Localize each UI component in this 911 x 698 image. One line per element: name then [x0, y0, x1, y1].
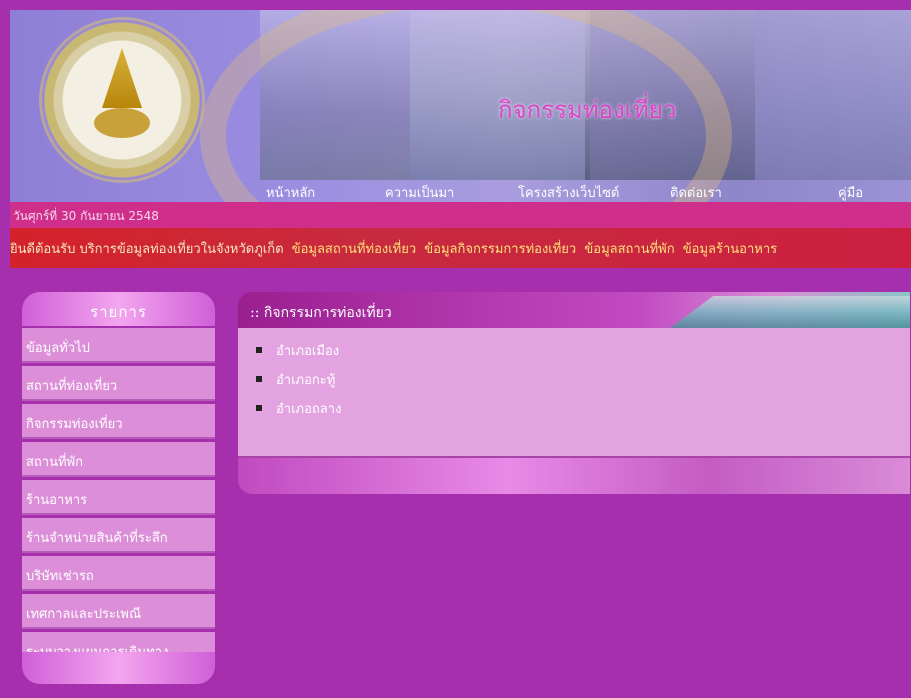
sidebar-item-label: ร้านจำหน่ายสินค้าที่ระลึก [26, 531, 168, 546]
sidebar-item-label: ร้านอาหาร [26, 493, 88, 508]
sidebar-item-festivals[interactable]: เทศกาลและประเพณี [22, 594, 215, 629]
sidebar-footer [22, 652, 215, 684]
sidebar-item-attractions[interactable]: สถานที่ท่องเที่ยว [22, 366, 215, 401]
current-date: วันศุกร์ที่ 30 กันยายน 2548 [13, 209, 159, 223]
sidebar-item-restaurants[interactable]: ร้านอาหาร [22, 480, 215, 515]
nav-sitemap[interactable]: โครงสร้างเว็บไซต์ [518, 182, 619, 202]
sidebar-item-label: กิจกรรมท่องเที่ยว [26, 417, 123, 432]
crown-icon [102, 48, 142, 108]
bullet-icon [256, 376, 262, 382]
marquee-bar: ยินดีต้อนรับ บริการข้อมูลท่องเที่ยวในจัง… [10, 228, 911, 268]
district-link-kathu[interactable]: อำเภอกะทู้ [276, 369, 335, 390]
sidebar-header: รายการ [22, 292, 215, 326]
sidebar-item-souvenir-shops[interactable]: ร้านจำหน่ายสินค้าที่ระลึก [22, 518, 215, 553]
ticker-link-restaurants[interactable]: ข้อมูลร้านอาหาร [683, 242, 777, 257]
district-link-thalang[interactable]: อำเภอถลาง [276, 398, 341, 419]
bullet-icon [256, 347, 262, 353]
university-seal-logo [42, 20, 202, 180]
sidebar-item-activities[interactable]: กิจกรรมท่องเที่ยว [22, 404, 215, 439]
sidebar-item-accommodation[interactable]: สถานที่พัก [22, 442, 215, 477]
sidebar-menu: ข้อมูลทั่วไป สถานที่ท่องเที่ยว กิจกรรมท่… [22, 328, 215, 670]
content-title: :: กิจกรรมการท่องเที่ยว [250, 305, 392, 321]
marquee-text: ยินดีต้อนรับ บริการข้อมูลท่องเที่ยวในจัง… [10, 238, 781, 259]
sidebar-title: รายการ [90, 303, 147, 321]
content-footer [238, 458, 910, 494]
ticker-link-accommodation[interactable]: ข้อมูลสถานที่พัก [584, 242, 674, 257]
date-bar: วันศุกร์ที่ 30 กันยายน 2548 [10, 202, 911, 228]
sidebar-item-car-rental[interactable]: บริษัทเช่ารถ [22, 556, 215, 591]
header-photo [670, 296, 910, 328]
top-nav: หน้าหลัก ความเป็นมา โครงสร้างเว็บไซต์ ติ… [10, 174, 911, 202]
district-link-mueang[interactable]: อำเภอเมือง [276, 340, 339, 361]
sidebar-item-label: ข้อมูลทั่วไป [26, 341, 90, 356]
content-panel: :: กิจกรรมการท่องเที่ยว อำเภอเมือง อำเภอ… [238, 292, 910, 500]
nav-manual[interactable]: คู่มือ [838, 182, 863, 202]
sidebar-item-label: เทศกาลและประเพณี [26, 607, 142, 622]
nav-home[interactable]: หน้าหลัก [266, 182, 315, 202]
emblem-base [94, 108, 150, 138]
ticker-link-attractions[interactable]: ข้อมูลสถานที่ท่องเที่ยว [292, 242, 416, 257]
nav-history[interactable]: ความเป็นมา [385, 182, 454, 202]
banner-photo [755, 10, 911, 180]
sidebar-item-label: สถานที่ท่องเที่ยว [26, 379, 118, 394]
welcome-text: ยินดีต้อนรับ บริการข้อมูลท่องเที่ยวในจัง… [10, 242, 284, 257]
header-banner: กิจกรรมท่องเที่ยว หน้าหลัก ความเป็นมา โค… [10, 10, 911, 202]
nav-contact[interactable]: ติดต่อเรา [670, 182, 722, 202]
page-banner-title: กิจกรรมท่องเที่ยว [498, 96, 677, 124]
sidebar-item-label: บริษัทเช่ารถ [26, 569, 94, 584]
content-header: :: กิจกรรมการท่องเที่ยว [238, 292, 910, 328]
sidebar-item-general-info[interactable]: ข้อมูลทั่วไป [22, 328, 215, 363]
ticker-link-activities[interactable]: ข้อมูลกิจกรรมการท่องเที่ยว [424, 242, 576, 257]
sidebar-item-label: สถานที่พัก [26, 455, 84, 470]
bullet-icon [256, 405, 262, 411]
content-body: อำเภอเมือง อำเภอกะทู้ อำเภอถลาง [238, 328, 910, 458]
